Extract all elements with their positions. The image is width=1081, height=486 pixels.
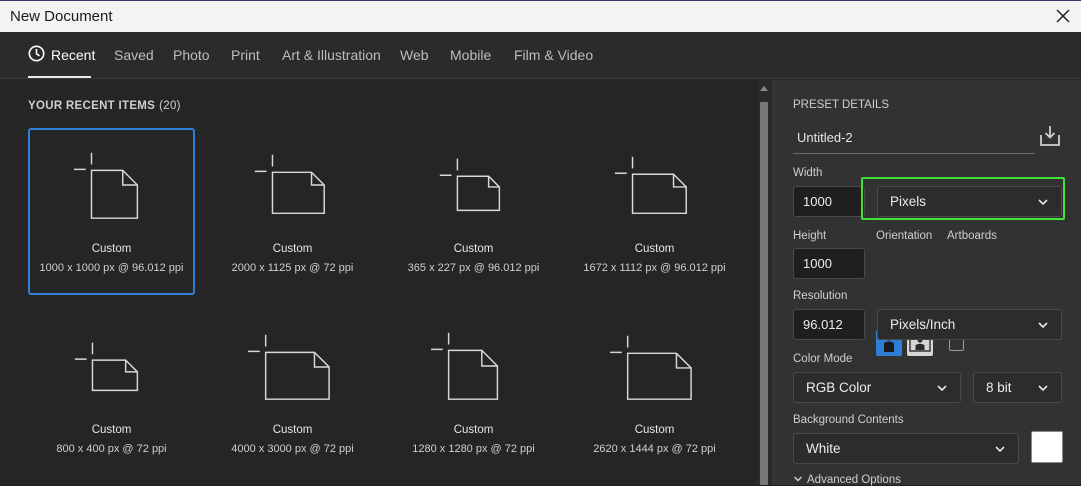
tab-saved[interactable]: Saved xyxy=(114,47,154,63)
recent-item-name: Custom xyxy=(634,243,675,255)
chevron-down-icon xyxy=(995,446,1005,453)
recent-items-pane: YOUR RECENT ITEMS (20) Custom 1000 x 1000… xyxy=(0,80,756,485)
recent-item[interactable]: Custom 1672 x 1112 px @ 96.012 ppi xyxy=(571,128,738,295)
document-icon xyxy=(74,342,139,392)
chevron-down-icon xyxy=(937,385,947,392)
preset-details-heading: PRESET DETAILS xyxy=(793,99,890,111)
clock-icon xyxy=(28,45,45,62)
color-mode-select[interactable]: RGB Color xyxy=(793,372,961,403)
scroll-up-arrow-icon[interactable] xyxy=(760,86,768,91)
background-contents-value: White xyxy=(806,441,841,456)
new-document-dialog: New Document Recent Saved Photo Print Ar… xyxy=(0,0,1081,486)
advanced-options-label: Advanced Options xyxy=(807,474,901,486)
background-contents-label: Background Contents xyxy=(793,414,904,426)
width-unit-value: Pixels xyxy=(890,194,927,209)
tab-web[interactable]: Web xyxy=(400,47,429,63)
recent-item-name: Custom xyxy=(453,243,494,255)
recent-item[interactable]: Custom 1000 x 1000 px @ 96.012 ppi xyxy=(28,128,195,295)
tab-art-illustration[interactable]: Art & Illustration xyxy=(282,47,381,63)
document-icon xyxy=(254,154,325,215)
color-mode-label: Color Mode xyxy=(793,353,853,365)
resolution-unit-select[interactable]: Pixels/Inch xyxy=(877,309,1062,340)
document-icon xyxy=(248,334,330,400)
recent-item[interactable]: Custom 800 x 400 px @ 72 ppi xyxy=(28,309,195,476)
scrollbar-thumb[interactable] xyxy=(760,102,768,485)
recent-item-name: Custom xyxy=(91,424,132,436)
tab-print[interactable]: Print xyxy=(231,47,260,63)
recent-item[interactable]: Custom 2620 x 1444 px @ 72 ppi xyxy=(571,309,738,476)
resolution-input[interactable]: 96.012 xyxy=(793,309,865,340)
height-input[interactable]: 1000 xyxy=(793,248,865,279)
chevron-down-icon xyxy=(1038,385,1048,392)
recent-item[interactable]: Custom 365 x 227 px @ 96.012 ppi xyxy=(390,128,557,295)
document-icon xyxy=(73,152,139,219)
recent-item-dims: 1672 x 1112 px @ 96.012 ppi xyxy=(583,262,726,274)
document-icon xyxy=(614,156,687,215)
chevron-down-icon xyxy=(1038,199,1048,206)
recent-items-scrollbar[interactable] xyxy=(757,80,771,485)
close-icon[interactable] xyxy=(1051,4,1075,28)
recent-item-dims: 365 x 227 px @ 96.012 ppi xyxy=(407,262,540,274)
recent-item-name: Custom xyxy=(453,424,494,436)
recent-item[interactable]: Custom 1280 x 1280 px @ 72 ppi xyxy=(390,309,557,476)
advanced-options-toggle[interactable]: Advanced Options xyxy=(793,474,901,486)
save-preset-icon[interactable] xyxy=(1038,124,1062,148)
chevron-down-icon xyxy=(1038,322,1048,329)
orientation-label: Orientation xyxy=(876,230,933,242)
window-title: New Document xyxy=(10,8,113,25)
tab-photo[interactable]: Photo xyxy=(173,47,210,63)
recent-item-dims: 1280 x 1280 px @ 72 ppi xyxy=(412,443,535,455)
recent-items-heading: YOUR RECENT ITEMS (20) xyxy=(28,100,181,112)
recent-item-dims: 1000 x 1000 px @ 96.012 ppi xyxy=(39,262,184,274)
document-icon xyxy=(431,332,499,400)
recent-item-name: Custom xyxy=(634,424,675,436)
recent-item-name: Custom xyxy=(272,243,313,255)
tab-recent[interactable]: Recent xyxy=(51,47,95,63)
active-tab-indicator xyxy=(28,76,91,78)
artboards-label: Artboards xyxy=(947,230,997,242)
recent-item[interactable]: Custom 4000 x 3000 px @ 72 ppi xyxy=(209,309,376,476)
chevron-down-icon xyxy=(793,476,803,482)
height-label: Height xyxy=(793,230,827,242)
background-color-swatch[interactable] xyxy=(1031,431,1063,463)
width-label: Width xyxy=(793,167,823,179)
recent-item-dims: 2000 x 1125 px @ 72 ppi xyxy=(231,262,354,274)
recent-items-count: (20) xyxy=(159,100,181,112)
recent-item-name: Custom xyxy=(272,424,313,436)
recent-item-dims: 800 x 400 px @ 72 ppi xyxy=(56,443,167,455)
preset-details-panel: PRESET DETAILS Untitled-2 Width 1000 Pix… xyxy=(772,80,1081,486)
width-input[interactable]: 1000 xyxy=(793,186,865,217)
width-unit-select[interactable]: Pixels xyxy=(877,186,1062,217)
bit-depth-select[interactable]: 8 bit xyxy=(973,372,1062,403)
resolution-label: Resolution xyxy=(793,290,848,302)
color-mode-value: RGB Color xyxy=(806,380,872,395)
recent-item-dims: 4000 x 3000 px @ 72 ppi xyxy=(231,443,354,455)
background-contents-select[interactable]: White xyxy=(793,433,1019,464)
tab-mobile[interactable]: Mobile xyxy=(450,47,491,63)
tab-film-video[interactable]: Film & Video xyxy=(514,47,593,63)
title-bar: New Document xyxy=(0,0,1081,32)
recent-item-dims: 2620 x 1444 px @ 72 ppi xyxy=(593,443,716,455)
document-name-field[interactable]: Untitled-2 xyxy=(793,124,1035,154)
bit-depth-value: 8 bit xyxy=(986,380,1012,395)
document-icon xyxy=(610,335,692,400)
category-tabs: Recent Saved Photo Print Art & Illustrat… xyxy=(0,32,1081,79)
resolution-unit-value: Pixels/Inch xyxy=(890,317,956,332)
document-icon xyxy=(439,158,501,212)
recent-item-name: Custom xyxy=(91,243,132,255)
recent-item[interactable]: Custom 2000 x 1125 px @ 72 ppi xyxy=(209,128,376,295)
